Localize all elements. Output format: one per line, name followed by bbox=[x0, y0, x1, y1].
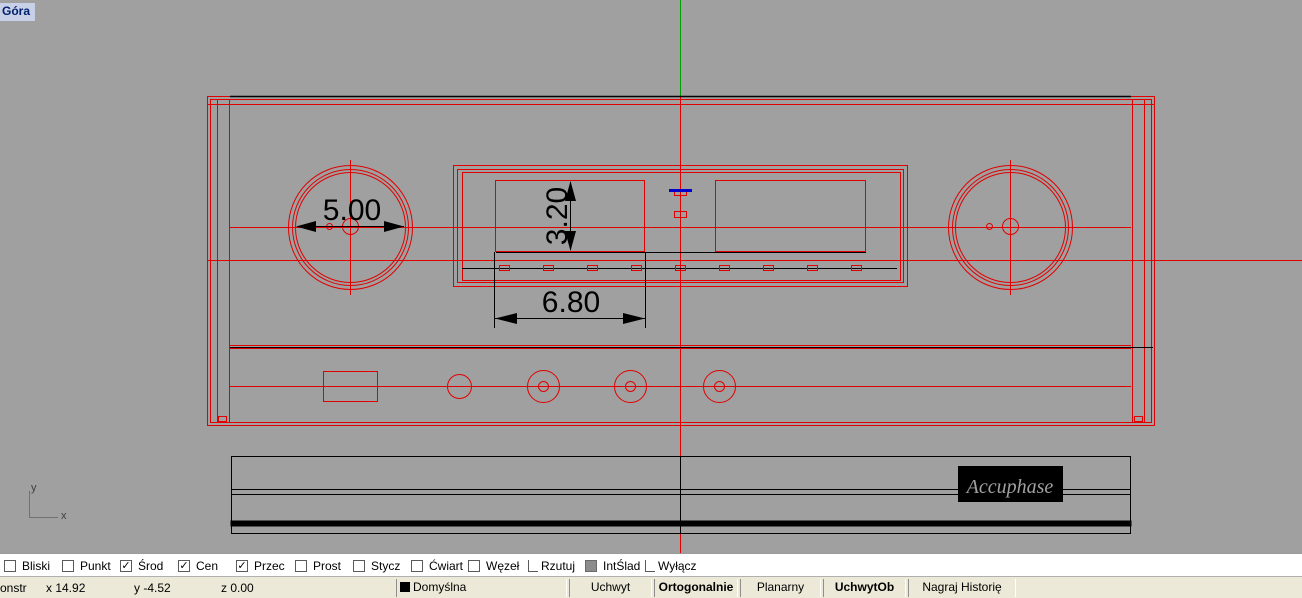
svg-text:y: y bbox=[31, 482, 37, 494]
dimension-text-width: 6.80 bbox=[542, 286, 600, 319]
toggle-wylacz[interactable]: Wyłącz bbox=[645, 558, 697, 574]
osnap-label: Punkt bbox=[80, 559, 111, 573]
toggle-icon[interactable] bbox=[645, 560, 655, 572]
osnap-label: Węzeł bbox=[486, 559, 520, 573]
pane-nagraj-historie[interactable]: Nagraj Historię bbox=[908, 579, 1016, 597]
checkbox-icon[interactable] bbox=[4, 560, 16, 572]
checkbox-icon[interactable] bbox=[353, 560, 365, 572]
osnap-label: Środ bbox=[138, 559, 164, 573]
world-axis-icon: y x bbox=[29, 482, 67, 522]
status-bar: onstr x 14.92 y -4.52 z 0.00 Domyślna Uc… bbox=[0, 576, 1302, 598]
toggle-label: IntŚlad bbox=[603, 559, 641, 573]
dimension-height[interactable]: 3.20 bbox=[541, 181, 576, 251]
cplane-indicator[interactable]: onstr bbox=[0, 581, 27, 595]
pane-uchwytob[interactable]: UchwytOb bbox=[823, 579, 906, 597]
layer-name: Domyślna bbox=[413, 580, 467, 594]
checkbox-checked-icon[interactable]: ✓ bbox=[178, 560, 190, 572]
top-viewport[interactable]: Góra 5.00 3.20 6.80 Accuphase y x bbox=[0, 0, 1302, 553]
toggle-label: Wyłącz bbox=[658, 559, 697, 573]
layer-color-swatch bbox=[400, 582, 410, 592]
coord-z: z 0.00 bbox=[221, 581, 254, 595]
osnap-stycz[interactable]: Stycz bbox=[353, 558, 400, 574]
toggle-icon[interactable] bbox=[528, 560, 538, 572]
pane-planarny[interactable]: Planarny bbox=[740, 579, 821, 597]
checkbox-icon[interactable] bbox=[411, 560, 423, 572]
osnap-bliski[interactable]: Bliski bbox=[4, 558, 50, 574]
layer-pane[interactable]: Domyślna bbox=[396, 579, 567, 597]
checkbox-icon[interactable] bbox=[468, 560, 480, 572]
construction-lines bbox=[207, 0, 1302, 553]
accuphase-logo: Accuphase bbox=[958, 466, 1063, 502]
osnap-label: Cen bbox=[196, 559, 219, 573]
osnap-punkt[interactable]: Punkt bbox=[62, 558, 111, 574]
viewport-title[interactable]: Góra bbox=[0, 3, 36, 21]
checkbox-icon[interactable] bbox=[295, 560, 307, 572]
checkbox-icon[interactable] bbox=[62, 560, 74, 572]
pane-ortogonalnie[interactable]: Ortogonalnie bbox=[654, 579, 738, 597]
toggle-label: Rzutuj bbox=[541, 559, 576, 573]
osnap-cwiart[interactable]: Ćwiart bbox=[411, 558, 463, 574]
osnap-label: Przec bbox=[254, 559, 285, 573]
dimension-text-height: 3.20 bbox=[541, 187, 574, 245]
checkbox-checked-icon[interactable]: ✓ bbox=[120, 560, 132, 572]
coord-x: x 14.92 bbox=[46, 581, 86, 595]
dimension-width[interactable]: 6.80 bbox=[494, 252, 646, 328]
osnap-label: Prost bbox=[313, 559, 342, 573]
osnap-srod[interactable]: ✓ Środ bbox=[120, 558, 163, 574]
dimension-diameter[interactable]: 5.00 bbox=[296, 194, 404, 232]
dimension-text-diameter: 5.00 bbox=[323, 194, 381, 227]
osnap-wezel[interactable]: Węzeł bbox=[468, 558, 519, 574]
osnap-przec[interactable]: ✓ Przec bbox=[236, 558, 285, 574]
osnap-label: Ćwiart bbox=[429, 559, 464, 573]
pane-uchwyt[interactable]: Uchwyt bbox=[569, 579, 652, 597]
toggle-rzutuj[interactable]: Rzutuj bbox=[528, 558, 575, 574]
osnap-label: Bliski bbox=[22, 559, 51, 573]
osnap-prost[interactable]: Prost bbox=[295, 558, 341, 574]
osnap-label: Stycz bbox=[371, 559, 401, 573]
osnap-cen[interactable]: ✓ Cen bbox=[178, 558, 218, 574]
toggle-disabled-icon[interactable] bbox=[585, 560, 597, 572]
svg-text:x: x bbox=[61, 510, 67, 522]
coord-y: y -4.52 bbox=[134, 581, 171, 595]
toggle-intslad[interactable]: IntŚlad bbox=[585, 558, 640, 574]
object-snap-bar: Bliski Punkt ✓ Środ ✓ Cen ✓ Przec Prost Sty… bbox=[0, 553, 1302, 576]
svg-text:Accuphase: Accuphase bbox=[965, 476, 1054, 498]
drawing-canvas[interactable]: 5.00 3.20 6.80 Accuphase y x bbox=[0, 0, 1302, 553]
checkbox-checked-icon[interactable]: ✓ bbox=[236, 560, 248, 572]
